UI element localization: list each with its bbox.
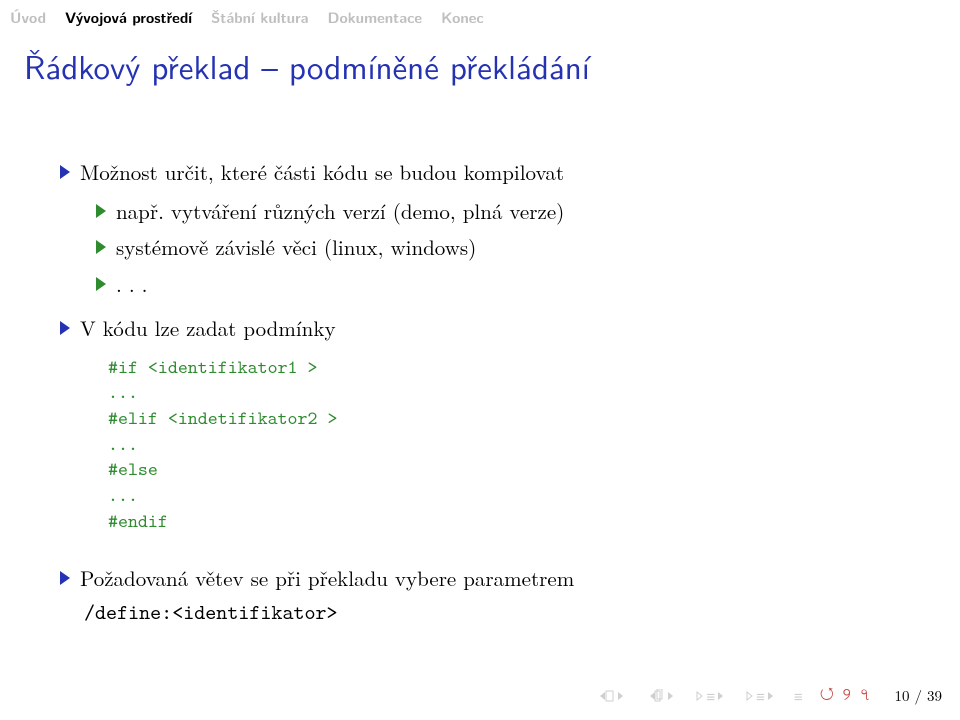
list-item: V kódu lze zadat podmínky #if <identifik… — [60, 312, 916, 550]
nav-icons: ≡ ≡ ≡ ↺ ୨ ৭ — [594, 681, 870, 710]
nav-item[interactable]: Vývojová prostředí — [65, 7, 192, 28]
nav-first-icon[interactable] — [594, 690, 626, 702]
bullet-icon — [60, 321, 70, 335]
bullet-icon — [60, 165, 70, 179]
nav-item[interactable]: Dokumentace — [328, 7, 423, 28]
bullet-icon — [96, 277, 106, 291]
inline-code: /define:<identifikator> — [60, 598, 338, 626]
code-block: #if <identifikator1 > ... #elif <indetif… — [60, 345, 916, 550]
bullet-text: . . . — [116, 269, 148, 299]
bullet-icon — [96, 204, 106, 218]
list-item: . . . — [96, 268, 916, 301]
nav-item[interactable]: Konec — [441, 7, 484, 28]
list-item: systémově závislé věci (linux, windows) — [96, 231, 916, 264]
bullet-text: např. vytváření různých verzí (demo, pln… — [116, 196, 564, 226]
nav-item[interactable]: Štábní kultura — [211, 7, 308, 28]
list-item: Požadovaná větev se při překladu vybere … — [60, 562, 916, 628]
page-number: 10 / 39 — [895, 685, 943, 706]
loop-icons[interactable]: ↺ ୨ ৭ — [820, 681, 871, 710]
menu-icon[interactable]: ≡ — [794, 685, 802, 707]
slide-content: Možnost určit, které části kódu se budou… — [0, 120, 960, 628]
list-item: např. vytváření různých verzí (demo, pln… — [96, 195, 916, 228]
nav-prev-icon[interactable] — [644, 689, 676, 703]
page-title: Řádkový překlad – podmíněné překládání — [0, 42, 960, 120]
nav-item[interactable]: Úvod — [10, 7, 46, 28]
nav-section-next-icon[interactable]: ≡ — [744, 685, 776, 707]
bullet-text: Možnost určit, které části kódu se budou… — [80, 157, 564, 187]
nav-section-prev-icon[interactable]: ≡ — [694, 685, 726, 707]
bullet-text: Požadovaná větev se při překladu vybere … — [80, 563, 574, 593]
footer-nav: ≡ ≡ ≡ ↺ ୨ ৭ 10 / 39 — [594, 681, 942, 710]
bullet-icon — [60, 571, 70, 585]
bullet-text: systémově závislé věci (linux, windows) — [116, 232, 476, 262]
breadcrumb: Úvod Vývojová prostředí Štábní kultura D… — [0, 0, 960, 42]
bullet-icon — [96, 240, 106, 254]
bullet-text: V kódu lze zadat podmínky — [80, 313, 336, 343]
list-item: Možnost určit, které části kódu se budou… — [60, 156, 916, 300]
